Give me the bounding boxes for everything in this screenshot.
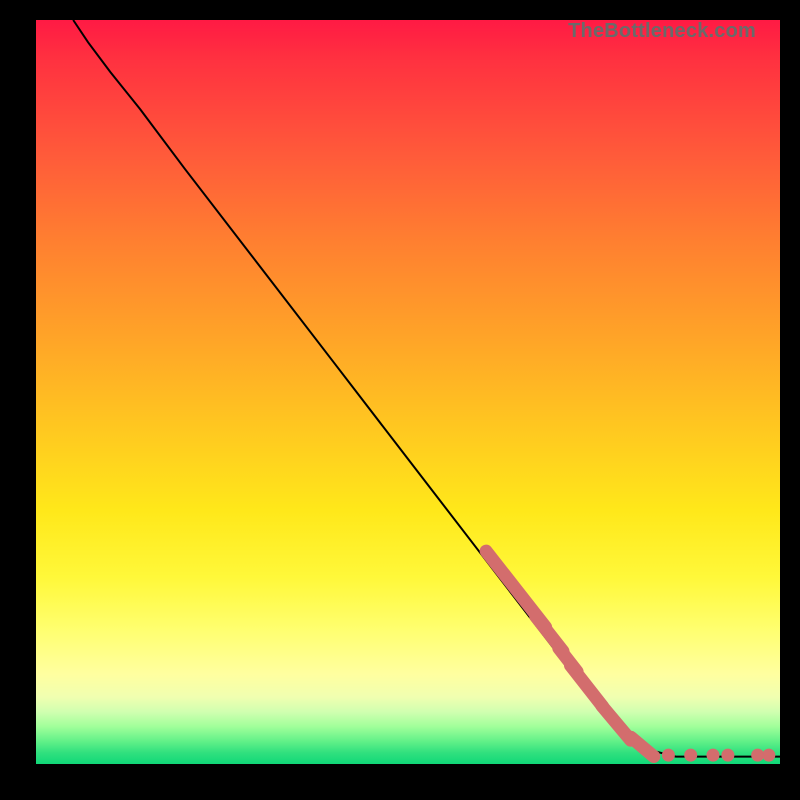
data-dot bbox=[763, 749, 775, 761]
data-dot bbox=[685, 749, 697, 761]
chart-svg bbox=[36, 20, 780, 764]
chart-container: TheBottleneck.com bbox=[0, 0, 800, 800]
data-dots bbox=[486, 551, 775, 761]
dot-cluster bbox=[631, 737, 654, 756]
data-dot bbox=[662, 749, 674, 761]
curve-line bbox=[73, 20, 780, 757]
data-dot bbox=[722, 749, 734, 761]
data-dot bbox=[707, 749, 719, 761]
data-dot bbox=[752, 749, 764, 761]
plot-area: TheBottleneck.com bbox=[36, 20, 780, 764]
dot-cluster bbox=[571, 665, 603, 706]
